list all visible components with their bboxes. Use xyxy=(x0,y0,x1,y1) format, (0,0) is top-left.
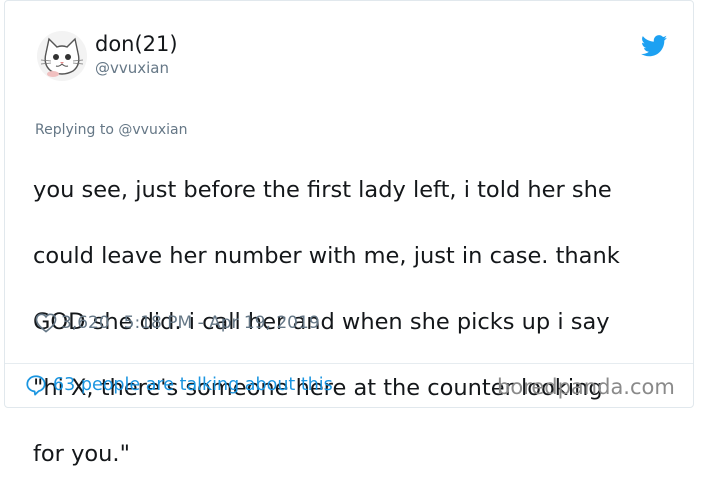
tweet-text-line: for you." xyxy=(33,441,130,467)
divider xyxy=(5,363,693,364)
avatar[interactable] xyxy=(37,31,87,81)
tweet-text-line: could leave her number with me, just in … xyxy=(33,243,620,269)
replying-handle-link[interactable]: @vvuxian xyxy=(118,122,187,138)
user-handle[interactable]: @vvuxian xyxy=(95,59,169,77)
tweet-text-line: you see, just before the first lady left… xyxy=(33,177,612,203)
watermark: boredpanda.com xyxy=(497,375,675,399)
replying-to: Replying to @vvuxian xyxy=(35,121,187,139)
talking-about-link[interactable]: 63 people are talking about this xyxy=(25,373,333,397)
tweet-meta: 3,620 5:18 PM - Apr 19, 2019 xyxy=(35,311,320,335)
speech-bubble-icon xyxy=(26,375,46,396)
display-name[interactable]: don(21) xyxy=(95,31,178,57)
heart-icon[interactable] xyxy=(35,313,57,333)
timestamp[interactable]: 5:18 PM - Apr 19, 2019 xyxy=(124,311,320,335)
twitter-bird-icon[interactable] xyxy=(641,35,667,57)
like-count[interactable]: 3,620 xyxy=(61,311,110,335)
tweet-card: don(21) @vvuxian Replying to @vvuxian yo… xyxy=(4,0,694,467)
replying-prefix: Replying to xyxy=(35,122,114,138)
cat-avatar-icon xyxy=(37,31,87,81)
talking-about-text[interactable]: 63 people are talking about this xyxy=(53,373,333,397)
